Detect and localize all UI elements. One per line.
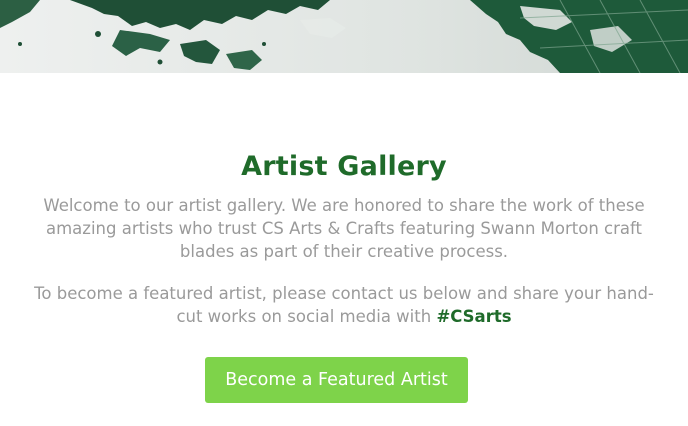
csarts-hashtag-link[interactable]: #CSarts bbox=[436, 307, 511, 326]
featured-artist-prompt-text: To become a featured artist, please cont… bbox=[34, 284, 654, 326]
page-title: Artist Gallery bbox=[241, 151, 447, 182]
become-featured-artist-button[interactable]: Become a Featured Artist bbox=[205, 357, 468, 403]
gallery-intro-text: Welcome to our artist gallery. We are ho… bbox=[43, 196, 645, 261]
banner-map-graphic bbox=[0, 0, 688, 73]
featured-artist-prompt: To become a featured artist, please cont… bbox=[24, 282, 664, 328]
artist-gallery-section: Artist Gallery Welcome to our artist gal… bbox=[0, 73, 688, 426]
hero-banner-image bbox=[0, 0, 688, 73]
